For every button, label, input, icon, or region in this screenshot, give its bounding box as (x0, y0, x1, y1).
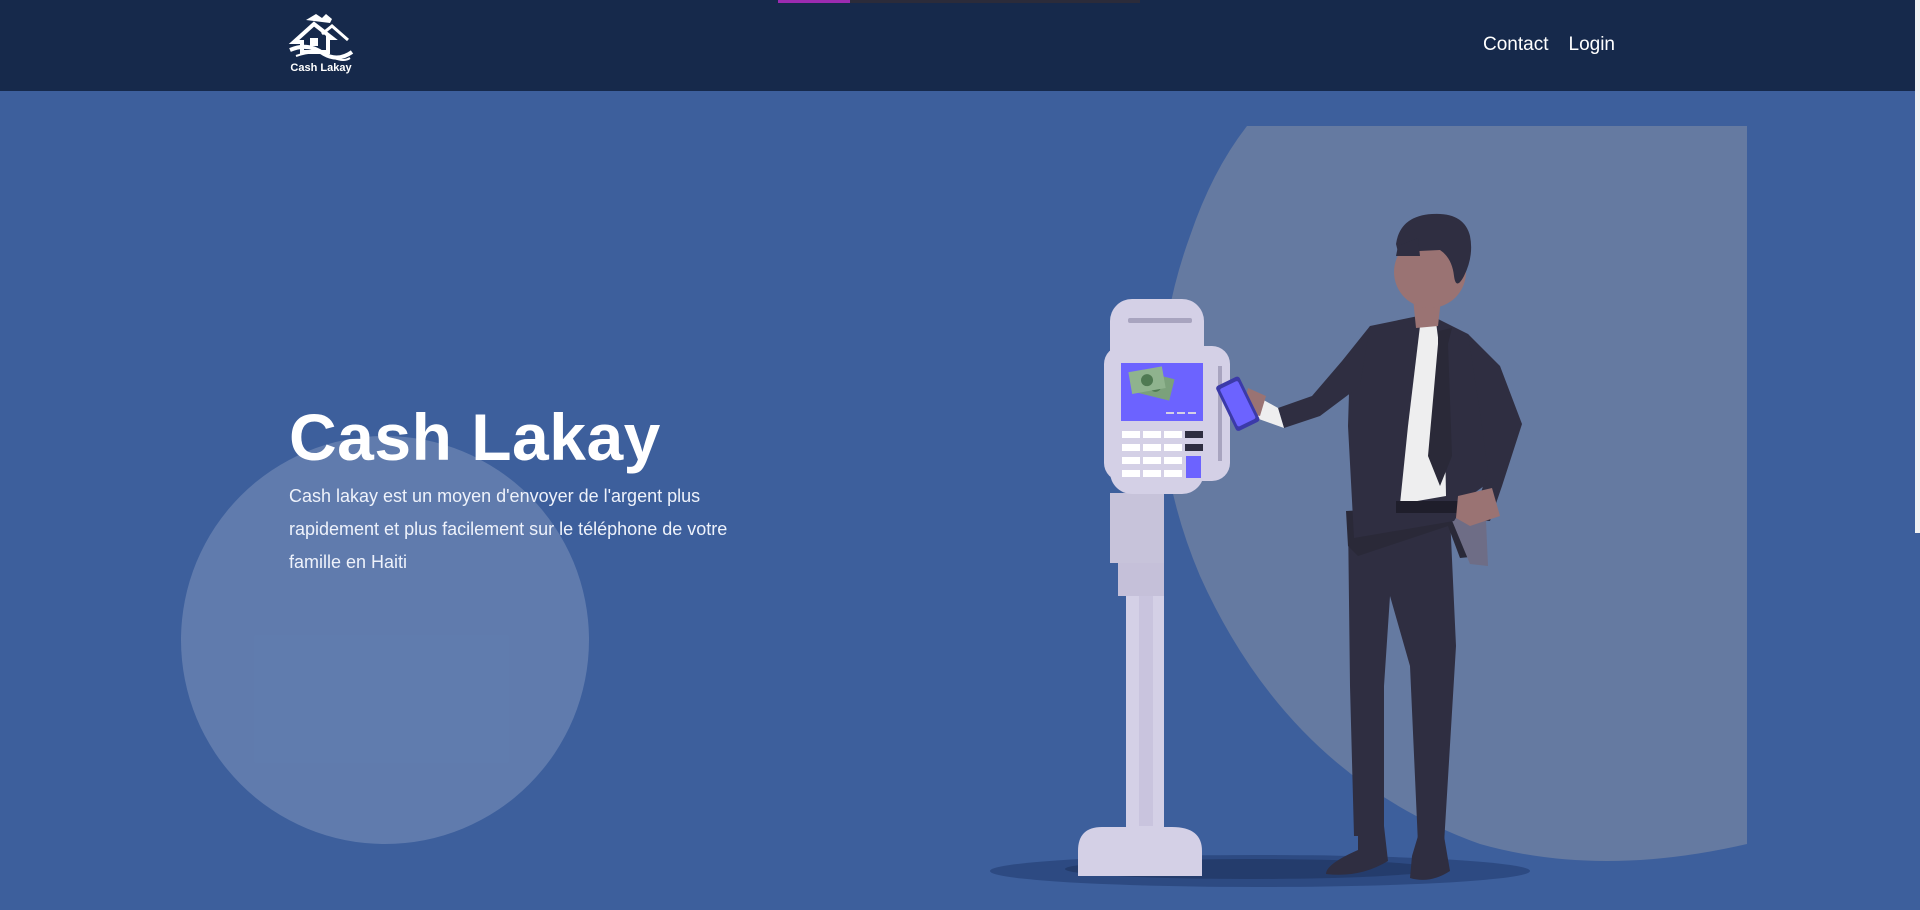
hero-title: Cash Lakay (289, 400, 661, 474)
logo-link[interactable]: Cash Lakay (288, 12, 358, 78)
navbar: Cash Lakay Contact Login (0, 0, 1920, 91)
logo-text: Cash Lakay (290, 62, 352, 74)
logo-house-icon (288, 14, 354, 61)
nav-link-login[interactable]: Login (1569, 34, 1616, 56)
loading-progress-bar (778, 0, 1140, 3)
loading-progress-fill (778, 0, 850, 3)
nav-links: Contact Login (1483, 34, 1615, 56)
nav-link-contact[interactable]: Contact (1483, 34, 1548, 56)
hero-section: Cash Lakay Cash lakay est un moyen d'env… (0, 91, 1920, 910)
hero-description: Cash lakay est un moyen d'envoyer de l'a… (289, 486, 728, 572)
man-paying-with-phone-at-payment-terminal-icon (990, 126, 1747, 887)
